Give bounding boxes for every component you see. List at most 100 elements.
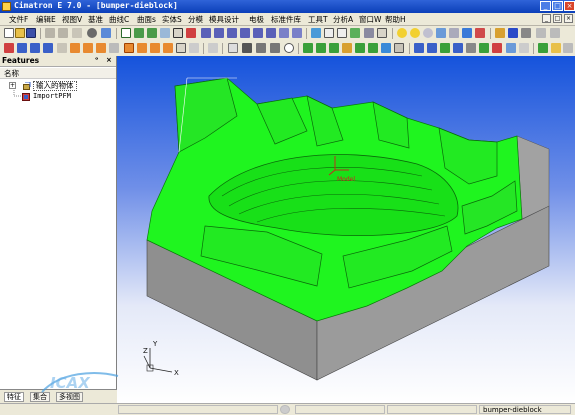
revolve-icon[interactable] <box>83 43 93 53</box>
menu-standard-parts[interactable]: 标准件库 <box>271 14 301 25</box>
polyline-icon[interactable] <box>270 43 280 53</box>
view-bottom-icon[interactable] <box>240 28 250 38</box>
loft-surface-icon[interactable] <box>316 43 326 53</box>
axis-icon[interactable] <box>462 28 472 38</box>
filter-select-icon[interactable] <box>57 43 67 53</box>
surface-dropdown-icon[interactable] <box>394 43 404 53</box>
panel-close-icon[interactable]: × <box>106 56 112 64</box>
hidden-line-icon[interactable] <box>337 28 347 38</box>
layer-icon[interactable] <box>449 28 459 38</box>
menu-window[interactable]: 窗口W <box>359 14 381 25</box>
menu-mold-design[interactable]: 模具设计 <box>209 14 239 25</box>
circle-icon[interactable] <box>284 43 294 53</box>
menu-curve[interactable]: 曲线C <box>109 14 129 25</box>
pattern-icon[interactable] <box>189 43 199 53</box>
ucs-icon[interactable] <box>43 43 53 53</box>
move-icon[interactable] <box>414 43 424 53</box>
mark-icon[interactable] <box>492 43 502 53</box>
color-icon[interactable] <box>508 28 518 38</box>
view-iso-icon[interactable] <box>279 28 289 38</box>
render-icon[interactable] <box>364 28 374 38</box>
view-top-icon[interactable] <box>227 28 237 38</box>
redo-icon[interactable] <box>58 28 68 38</box>
analyze-icon[interactable] <box>506 43 516 53</box>
view-front-icon[interactable] <box>201 28 211 38</box>
cut-icon[interactable] <box>109 43 119 53</box>
menu-view[interactable]: 视图V <box>62 14 82 25</box>
sweep-surface-icon[interactable] <box>329 43 339 53</box>
expand-icon[interactable]: + <box>9 82 16 89</box>
arc-icon[interactable] <box>228 43 238 53</box>
name-column-header[interactable]: 名称 <box>0 68 116 79</box>
repeat-icon[interactable] <box>72 28 82 38</box>
copy-icon[interactable] <box>427 43 437 53</box>
view-custom-icon[interactable] <box>292 28 302 38</box>
trim-surface-icon[interactable] <box>368 43 378 53</box>
lightbulb-icon[interactable] <box>397 28 407 38</box>
point-draw-icon[interactable] <box>242 43 252 53</box>
view-right-icon[interactable] <box>266 28 276 38</box>
tab-features[interactable]: 特征 <box>4 392 24 402</box>
zoom-window-icon[interactable] <box>134 28 144 38</box>
light-off-icon[interactable] <box>423 28 433 38</box>
grid-icon[interactable] <box>519 43 529 53</box>
delete-icon[interactable] <box>453 43 463 53</box>
line-icon[interactable] <box>256 43 266 53</box>
pan-icon[interactable] <box>173 28 183 38</box>
check-icon[interactable] <box>479 43 489 53</box>
toolbar-overflow-icon[interactable] <box>563 43 573 53</box>
zoom-icon[interactable] <box>147 28 157 38</box>
open-folder-icon[interactable] <box>15 28 25 38</box>
measure-icon[interactable] <box>466 43 476 53</box>
model-viewport[interactable]: Model Y Z X <box>117 56 575 403</box>
minimize-button[interactable]: _ <box>540 1 551 11</box>
new-file-icon[interactable] <box>4 28 14 38</box>
die-block-model[interactable]: Model Y Z X <box>117 56 575 403</box>
save-icon[interactable] <box>26 28 36 38</box>
menu-surface[interactable]: 曲面s <box>137 14 156 25</box>
mdi-minimize-button[interactable]: _ <box>542 14 551 23</box>
menu-file[interactable]: 文件F <box>9 14 28 25</box>
menu-electrode[interactable]: 电极 <box>249 14 264 25</box>
point-icon[interactable] <box>475 28 485 38</box>
axis-datum-icon[interactable] <box>30 43 40 53</box>
rotate-icon[interactable] <box>186 28 196 38</box>
scale-icon[interactable] <box>440 43 450 53</box>
wireframe-icon[interactable] <box>324 28 334 38</box>
options-icon[interactable] <box>536 28 546 38</box>
menu-edit[interactable]: 编辑E <box>36 14 56 25</box>
display-dropdown-icon[interactable] <box>377 28 387 38</box>
menu-solid[interactable]: 实体S <box>162 14 182 25</box>
shell-icon[interactable] <box>150 43 160 53</box>
plane-icon[interactable] <box>17 43 27 53</box>
menu-help[interactable]: 帮助H <box>385 14 406 25</box>
more-options-icon[interactable] <box>550 28 560 38</box>
mirror-icon[interactable] <box>208 43 218 53</box>
sweep-icon[interactable] <box>96 43 106 53</box>
light-settings-icon[interactable] <box>410 28 420 38</box>
undo-icon[interactable] <box>45 28 55 38</box>
view-left-icon[interactable] <box>253 28 263 38</box>
maximize-button[interactable]: □ <box>552 1 563 11</box>
menu-tools[interactable]: 工具T <box>308 14 328 25</box>
tree-item-import-pfm[interactable]: ImportPFM <box>0 90 105 102</box>
menu-datum[interactable]: 基准 <box>88 14 103 25</box>
split-surface-icon[interactable] <box>381 43 391 53</box>
mdi-close-button[interactable]: × <box>564 14 573 23</box>
menu-split[interactable]: 分模 <box>188 14 203 25</box>
glasses-icon[interactable] <box>87 28 97 38</box>
view-back-icon[interactable] <box>214 28 224 38</box>
surface-icon[interactable] <box>303 43 313 53</box>
paint-icon[interactable] <box>495 28 505 38</box>
magnify-icon[interactable] <box>160 28 170 38</box>
filter-icon[interactable] <box>436 28 446 38</box>
sketch-icon[interactable] <box>4 43 14 53</box>
shaded-edges-icon[interactable] <box>350 28 360 38</box>
boolean-icon[interactable] <box>176 43 186 53</box>
menu-analysis[interactable]: 分析A <box>333 14 353 25</box>
extrude-icon[interactable] <box>70 43 80 53</box>
mdi-restore-button[interactable]: □ <box>553 14 562 23</box>
pin-icon[interactable]: ᵒ <box>95 56 98 64</box>
pick-icon[interactable] <box>101 28 111 38</box>
shading-icon[interactable] <box>311 28 321 38</box>
